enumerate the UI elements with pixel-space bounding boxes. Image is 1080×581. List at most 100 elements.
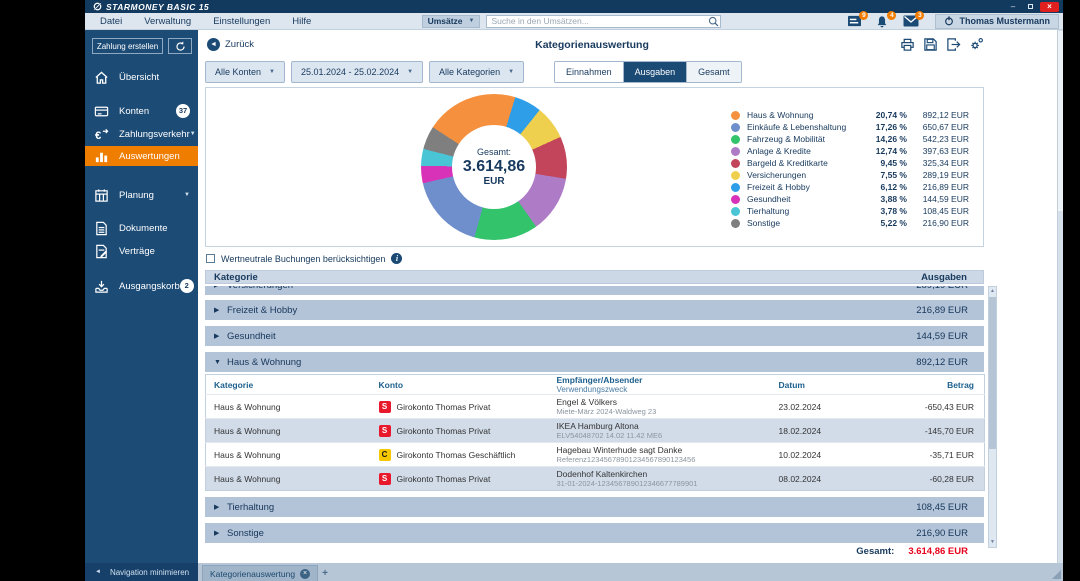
menu-item-hilfe[interactable]: Hilfe <box>292 16 311 27</box>
category-row-sonstige[interactable]: ▶Sonstige216,90 EUR <box>205 523 984 543</box>
scrollbar-thumb[interactable] <box>989 297 996 449</box>
neutral-bookings-checkbox[interactable] <box>206 254 215 263</box>
minimize-navigation-button[interactable]: ◄ Navigation minimieren <box>85 563 198 581</box>
detail-column-datum: Datum <box>771 375 876 395</box>
view-scrollbar[interactable] <box>1057 30 1063 563</box>
planning-icon <box>94 188 109 203</box>
sidebar-item-ausgangskorb[interactable]: Ausgangskorb2 <box>85 277 198 295</box>
search-scope-dropdown[interactable]: Umsätze ▼ <box>422 15 481 28</box>
category-row-gesundheit[interactable]: ▶Gesundheit144,59 EUR <box>205 326 984 346</box>
messages-badge: 3 <box>915 11 924 20</box>
transaction-amount: -35,71 EUR <box>876 443 985 467</box>
accounts-icon <box>94 104 109 119</box>
sidebar-item-zahlungsverkehr[interactable]: €Zahlungsverkehr▼ <box>85 125 198 143</box>
accounts-filter-dropdown[interactable]: Alle Konten▼ <box>205 61 285 83</box>
close-tab-icon[interactable]: × <box>300 569 310 579</box>
donut-chart[interactable]: Gesamt: 3.614,86 EUR <box>421 94 567 240</box>
tab-einnahmen[interactable]: Einnahmen <box>555 62 624 82</box>
category-row-tierhaltung[interactable]: ▶Tierhaltung108,45 EUR <box>205 497 984 517</box>
transaction-row[interactable]: Haus & WohnungSGirokonto Thomas PrivatDo… <box>206 467 985 491</box>
transaction-row[interactable]: Haus & WohnungSGirokonto Thomas PrivatEn… <box>206 395 985 419</box>
documents-icon <box>94 221 109 236</box>
total-label: Gesamt: <box>856 546 894 557</box>
legend-label: Sonstige <box>747 218 861 228</box>
print-icon[interactable] <box>900 37 915 52</box>
sparkasse-bank-icon: S <box>379 425 391 437</box>
payment-purpose: ELV54048702 14.02 11.42 ME6 <box>557 431 771 440</box>
legend-item-fahrzeug-mobilitaet: Fahrzeug & Mobilität14,26 %542,23 EUR <box>731 133 969 145</box>
sidebar-item-label: Zahlungsverkehr <box>119 129 190 140</box>
tab-gesamt[interactable]: Gesamt <box>687 62 741 82</box>
transaction-row[interactable]: Haus & WohnungSGirokonto Thomas PrivatIK… <box>206 419 985 443</box>
search-icon[interactable] <box>707 15 720 28</box>
save-icon[interactable] <box>923 37 938 52</box>
search-input[interactable] <box>487 16 707 26</box>
sidebar-item-uebersicht[interactable]: Übersicht <box>85 68 198 86</box>
menu-item-datei[interactable]: Datei <box>100 16 122 27</box>
sparkasse-bank-icon: S <box>379 401 391 413</box>
category-amount: 216,89 EUR <box>916 305 984 316</box>
transaction-payee: Dodenhof Kaltenkirchen31-01-2024-1234567… <box>549 467 771 491</box>
category-row-versicherungen[interactable]: ▶Versicherungen289,19 EUR <box>205 286 984 295</box>
scroll-down-icon[interactable]: ▼ <box>989 538 996 547</box>
collapse-arrow-icon[interactable]: ▼ <box>214 359 222 366</box>
legend-label: Versicherungen <box>747 170 861 180</box>
add-tab-button[interactable]: + <box>318 565 332 581</box>
scroll-up-icon[interactable]: ▲ <box>989 287 996 296</box>
legend-label: Bargeld & Kreditkarte <box>747 158 861 168</box>
info-icon[interactable]: i <box>391 253 402 264</box>
sidebar-item-planung[interactable]: Planung▼ <box>85 186 198 204</box>
legend-item-einkaeufe-lebenshaltung: Einkäufe & Lebenshaltung17,26 %650,67 EU… <box>731 121 969 133</box>
sidebar-item-dokumente[interactable]: Dokumente <box>85 219 198 237</box>
transaction-account: CGirokonto Thomas Geschäftlich <box>371 443 549 467</box>
expand-arrow-icon[interactable]: ▶ <box>214 286 222 289</box>
categories-filter-dropdown[interactable]: Alle Kategorien▼ <box>429 61 524 83</box>
legend-percent: 20,74 % <box>861 110 907 120</box>
expand-arrow-icon[interactable]: ▶ <box>214 332 222 340</box>
planner-notifications-button[interactable]: 9 <box>847 15 863 28</box>
category-row-haus-wohnung[interactable]: ▼Haus & Wohnung892,12 EUR <box>205 352 984 372</box>
bottom-bar: ◄ Navigation minimieren Kategorienauswer… <box>85 563 1063 581</box>
user-menu[interactable]: Thomas Mustermann <box>935 14 1059 29</box>
expand-arrow-icon[interactable]: ▶ <box>214 503 222 511</box>
sidebar-item-label: Ausgangskorb <box>119 281 180 292</box>
category-row-freizeit-hobby[interactable]: ▶Freizeit & Hobby216,89 EUR <box>205 300 984 320</box>
expand-arrow-icon[interactable]: ▶ <box>214 306 222 314</box>
menu-item-verwaltung[interactable]: Verwaltung <box>144 16 191 27</box>
messages-button[interactable]: 3 <box>903 15 919 28</box>
power-icon <box>944 16 954 26</box>
period-filter-dropdown[interactable]: 25.01.2024 - 25.02.2024▼ <box>291 61 423 83</box>
search-scope-value: Umsätze <box>428 16 463 26</box>
app-window: STARMONEY BASIC 15 – × DateiVerwaltungEi… <box>85 0 1063 581</box>
minimize-window-button[interactable]: – <box>1006 2 1020 12</box>
clipped-category-row: ▶Versicherungen289,19 EUR <box>205 286 984 295</box>
sidebar-item-konten[interactable]: Konten37 <box>85 102 198 120</box>
expand-arrow-icon[interactable]: ▶ <box>214 529 222 537</box>
alerts-button[interactable]: 4 <box>875 15 891 28</box>
column-ausgaben: Ausgaben <box>921 272 983 283</box>
view-scrollbar-thumb[interactable] <box>1058 31 1063 211</box>
alerts-badge: 4 <box>887 11 896 20</box>
create-payment-button[interactable]: Zahlung erstellen <box>92 38 163 54</box>
maximize-window-button[interactable] <box>1023 2 1037 12</box>
sidebar-item-auswertungen[interactable]: Auswertungen <box>85 146 198 166</box>
sidebar-item-vertraege[interactable]: Verträge <box>85 242 198 260</box>
refresh-button[interactable] <box>168 38 192 54</box>
notification-icons: 9 4 3 <box>847 15 919 28</box>
transaction-payee: Hagebau Winterhude sagt DankeReferenz123… <box>549 443 771 467</box>
legend-percent: 5,22 % <box>861 218 907 228</box>
export-icon[interactable] <box>946 37 961 52</box>
tab-kategorienauswertung[interactable]: Kategorienauswertung × <box>202 565 318 581</box>
settings-gear-icon[interactable] <box>969 37 984 52</box>
legend-label: Einkäufe & Lebenshaltung <box>747 122 861 132</box>
transaction-row[interactable]: Haus & WohnungCGirokonto Thomas Geschäft… <box>206 443 985 467</box>
tab-ausgaben[interactable]: Ausgaben <box>624 62 688 82</box>
close-window-button[interactable]: × <box>1040 2 1059 12</box>
transaction-category: Haus & Wohnung <box>206 467 371 491</box>
legend-amount: 216,89 EUR <box>907 182 969 192</box>
detail-column-betrag: Betrag <box>876 375 985 395</box>
menu-item-einstellungen[interactable]: Einstellungen <box>213 16 270 27</box>
resize-grip[interactable] <box>1052 570 1061 579</box>
table-scrollbar[interactable]: ▲ ▼ <box>988 286 997 548</box>
category-amount: 216,90 EUR <box>916 528 984 539</box>
